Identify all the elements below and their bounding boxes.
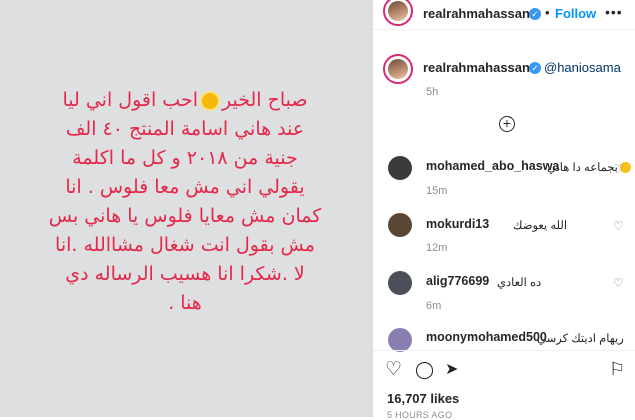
comment-like-icon[interactable]: ♡ (613, 162, 624, 176)
likes-count[interactable]: 16,707 likes (387, 391, 459, 406)
comment-avatar[interactable] (388, 213, 412, 237)
comment-text: الله يعوضك (513, 220, 568, 232)
post-header: realrahmahassan ✓ • Follow ••• (373, 0, 635, 30)
post-timestamp: 5 HOURS AGO (387, 410, 453, 420)
post-image-text: صباح الخير احب اقول اني ليا عند هاني اسام… (6, 86, 364, 318)
caption-avatar[interactable] (383, 54, 413, 84)
comment-username[interactable]: moonymohamed500 (426, 330, 547, 344)
comment-username[interactable]: mohamed_abo_haswa (426, 159, 559, 173)
author-username[interactable]: realrahmahassan (423, 6, 530, 21)
post-sidebar: realrahmahassan ✓ • Follow ••• realrahma… (372, 0, 635, 420)
more-options-icon[interactable]: ••• (605, 4, 623, 20)
comment-like-icon[interactable]: ♡ (613, 219, 624, 233)
post-line-7: مش بقول انت شغال مشاالله .انا (55, 234, 315, 256)
comment-text: ريهام اديتك كرسي (537, 333, 624, 345)
caption-time: 5h (426, 86, 439, 98)
comment-avatar[interactable] (388, 156, 412, 180)
post-line-6: كمان مش معايا فلوس يا هاني بس (48, 205, 322, 227)
post-line-1: صباح الخير (221, 89, 308, 111)
post-line-8: لا .شكرا انا هسيب الرساله دي (65, 263, 305, 285)
comment-like-icon[interactable]: ♡ (613, 276, 624, 290)
follow-button[interactable]: Follow (555, 6, 596, 21)
comment-icon[interactable]: ◯ (415, 360, 434, 380)
caption-mention[interactable]: @haniosama (544, 60, 621, 75)
post-image[interactable]: صباح الخير احب اقول اني ليا عند هاني اسام… (0, 0, 372, 417)
comment-time: 15m (426, 185, 448, 197)
post-line-5: يقولي اني مش معا فلوس . انا (65, 176, 305, 198)
comment-text: ده العادي (497, 277, 542, 289)
separator-dot: • (545, 5, 550, 20)
comment-time: 12m (426, 242, 448, 254)
post-line-3: عند هاني اسامة المنتج ٤٠ الف (65, 118, 305, 140)
post-line-9: هنا . (168, 292, 202, 314)
author-avatar[interactable] (383, 0, 413, 26)
post-line-4: جنية من ٢٠١٨ و كل ما اكلمة (72, 147, 298, 169)
caption-username[interactable]: realrahmahassan (423, 60, 530, 75)
comment-time: 6m (426, 300, 442, 312)
comment-username[interactable]: alig776699 (426, 274, 489, 288)
share-icon[interactable]: ➤ (445, 360, 458, 380)
comment-username[interactable]: mokurdi13 (426, 217, 489, 231)
load-more-comments-button[interactable]: + (499, 116, 515, 132)
caption-verified-icon: ✓ (529, 62, 541, 74)
verified-badge-icon: ✓ (529, 8, 541, 20)
post-line-2: احب اقول اني ليا (62, 89, 198, 111)
comment-avatar[interactable] (388, 328, 412, 352)
heart-icon[interactable]: ♡ (385, 360, 402, 380)
bookmark-icon[interactable]: ⚐ (609, 359, 625, 379)
sun-emoji-icon (201, 92, 218, 109)
comment-avatar[interactable] (388, 271, 412, 295)
action-bar: ♡ ◯ ➤ ⚐ 16,707 likes 5 HOURS AGO (373, 350, 635, 420)
